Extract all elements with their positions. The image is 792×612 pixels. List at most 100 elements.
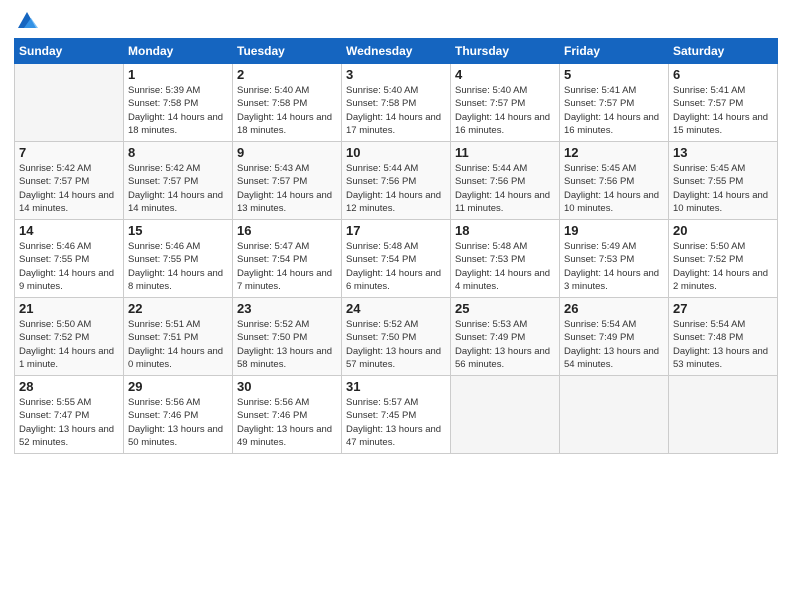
day-number: 3 [346, 67, 446, 82]
day-number: 21 [19, 301, 119, 316]
day-number: 20 [673, 223, 773, 238]
day-number: 26 [564, 301, 664, 316]
calendar-cell: 27 Sunrise: 5:54 AM Sunset: 7:48 PM Dayli… [669, 298, 778, 376]
day-info: Sunrise: 5:55 AM Sunset: 7:47 PM Dayligh… [19, 396, 119, 449]
day-number: 11 [455, 145, 555, 160]
calendar-cell: 13 Sunrise: 5:45 AM Sunset: 7:55 PM Dayli… [669, 142, 778, 220]
day-number: 22 [128, 301, 228, 316]
day-info: Sunrise: 5:47 AM Sunset: 7:54 PM Dayligh… [237, 240, 337, 293]
day-number: 9 [237, 145, 337, 160]
header [14, 10, 778, 32]
calendar-cell: 29Sunrise: 5:56 AM Sunset: 7:46 PM Dayli… [124, 376, 233, 454]
day-number: 25 [455, 301, 555, 316]
day-number: 27 [673, 301, 773, 316]
calendar-cell: 26 Sunrise: 5:54 AM Sunset: 7:49 PM Dayli… [560, 298, 669, 376]
day-number: 5 [564, 67, 664, 82]
day-info: Sunrise: 5:44 AM Sunset: 7:56 PM Dayligh… [346, 162, 446, 215]
week-row-2: 14Sunrise: 5:46 AM Sunset: 7:55 PM Dayli… [15, 220, 778, 298]
logo-icon [16, 10, 38, 32]
day-number: 13 [673, 145, 773, 160]
day-info: Sunrise: 5:54 AM Sunset: 7:49 PM Dayligh… [564, 318, 664, 371]
calendar-cell: 10 Sunrise: 5:44 AM Sunset: 7:56 PM Dayli… [342, 142, 451, 220]
calendar-cell: 31 Sunrise: 5:57 AM Sunset: 7:45 PM Dayli… [342, 376, 451, 454]
day-number: 23 [237, 301, 337, 316]
day-info: Sunrise: 5:49 AM Sunset: 7:53 PM Dayligh… [564, 240, 664, 293]
day-number: 10 [346, 145, 446, 160]
calendar-cell: 2 Sunrise: 5:40 AM Sunset: 7:58 PM Daylig… [233, 64, 342, 142]
day-info: Sunrise: 5:43 AM Sunset: 7:57 PM Dayligh… [237, 162, 337, 215]
day-number: 31 [346, 379, 446, 394]
day-number: 4 [455, 67, 555, 82]
day-info: Sunrise: 5:42 AM Sunset: 7:57 PM Dayligh… [128, 162, 228, 215]
day-number: 12 [564, 145, 664, 160]
day-info: Sunrise: 5:46 AM Sunset: 7:55 PM Dayligh… [19, 240, 119, 293]
day-info: Sunrise: 5:40 AM Sunset: 7:58 PM Dayligh… [237, 84, 337, 137]
calendar-table: SundayMondayTuesdayWednesdayThursdayFrid… [14, 38, 778, 454]
calendar-cell: 28Sunrise: 5:55 AM Sunset: 7:47 PM Dayli… [15, 376, 124, 454]
day-info: Sunrise: 5:50 AM Sunset: 7:52 PM Dayligh… [19, 318, 119, 371]
calendar-cell [451, 376, 560, 454]
day-info: Sunrise: 5:52 AM Sunset: 7:50 PM Dayligh… [237, 318, 337, 371]
day-number: 30 [237, 379, 337, 394]
day-info: Sunrise: 5:45 AM Sunset: 7:56 PM Dayligh… [564, 162, 664, 215]
day-number: 2 [237, 67, 337, 82]
calendar-cell: 22 Sunrise: 5:51 AM Sunset: 7:51 PM Dayli… [124, 298, 233, 376]
weekday-thursday: Thursday [451, 39, 560, 64]
calendar-cell: 4 Sunrise: 5:40 AM Sunset: 7:57 PM Daylig… [451, 64, 560, 142]
calendar-cell: 21 Sunrise: 5:50 AM Sunset: 7:52 PM Dayli… [15, 298, 124, 376]
weekday-saturday: Saturday [669, 39, 778, 64]
weekday-sunday: Sunday [15, 39, 124, 64]
day-number: 16 [237, 223, 337, 238]
day-info: Sunrise: 5:42 AM Sunset: 7:57 PM Dayligh… [19, 162, 119, 215]
calendar-cell: 7Sunrise: 5:42 AM Sunset: 7:57 PM Daylig… [15, 142, 124, 220]
calendar-cell: 16 Sunrise: 5:47 AM Sunset: 7:54 PM Dayli… [233, 220, 342, 298]
week-row-1: 7Sunrise: 5:42 AM Sunset: 7:57 PM Daylig… [15, 142, 778, 220]
day-info: Sunrise: 5:45 AM Sunset: 7:55 PM Dayligh… [673, 162, 773, 215]
day-number: 15 [128, 223, 228, 238]
day-info: Sunrise: 5:40 AM Sunset: 7:58 PM Dayligh… [346, 84, 446, 137]
day-info: Sunrise: 5:53 AM Sunset: 7:49 PM Dayligh… [455, 318, 555, 371]
day-number: 18 [455, 223, 555, 238]
calendar-cell: 3 Sunrise: 5:40 AM Sunset: 7:58 PM Daylig… [342, 64, 451, 142]
weekday-header-row: SundayMondayTuesdayWednesdayThursdayFrid… [15, 39, 778, 64]
day-info: Sunrise: 5:41 AM Sunset: 7:57 PM Dayligh… [673, 84, 773, 137]
day-number: 24 [346, 301, 446, 316]
day-info: Sunrise: 5:50 AM Sunset: 7:52 PM Dayligh… [673, 240, 773, 293]
calendar-cell: 11 Sunrise: 5:44 AM Sunset: 7:56 PM Dayli… [451, 142, 560, 220]
calendar-cell: 24 Sunrise: 5:52 AM Sunset: 7:50 PM Dayli… [342, 298, 451, 376]
weekday-wednesday: Wednesday [342, 39, 451, 64]
day-info: Sunrise: 5:57 AM Sunset: 7:45 PM Dayligh… [346, 396, 446, 449]
calendar-cell: 19 Sunrise: 5:49 AM Sunset: 7:53 PM Dayli… [560, 220, 669, 298]
weekday-monday: Monday [124, 39, 233, 64]
day-info: Sunrise: 5:54 AM Sunset: 7:48 PM Dayligh… [673, 318, 773, 371]
calendar-cell: 9 Sunrise: 5:43 AM Sunset: 7:57 PM Daylig… [233, 142, 342, 220]
week-row-3: 21 Sunrise: 5:50 AM Sunset: 7:52 PM Dayli… [15, 298, 778, 376]
main-container: SundayMondayTuesdayWednesdayThursdayFrid… [0, 0, 792, 462]
calendar-cell: 25 Sunrise: 5:53 AM Sunset: 7:49 PM Dayli… [451, 298, 560, 376]
day-info: Sunrise: 5:41 AM Sunset: 7:57 PM Dayligh… [564, 84, 664, 137]
calendar-cell: 1Sunrise: 5:39 AM Sunset: 7:58 PM Daylig… [124, 64, 233, 142]
calendar-cell: 20 Sunrise: 5:50 AM Sunset: 7:52 PM Dayli… [669, 220, 778, 298]
weekday-friday: Friday [560, 39, 669, 64]
day-info: Sunrise: 5:51 AM Sunset: 7:51 PM Dayligh… [128, 318, 228, 371]
day-info: Sunrise: 5:56 AM Sunset: 7:46 PM Dayligh… [237, 396, 337, 449]
day-info: Sunrise: 5:52 AM Sunset: 7:50 PM Dayligh… [346, 318, 446, 371]
calendar-cell [560, 376, 669, 454]
calendar-cell: 12 Sunrise: 5:45 AM Sunset: 7:56 PM Dayli… [560, 142, 669, 220]
day-number: 8 [128, 145, 228, 160]
day-number: 19 [564, 223, 664, 238]
day-info: Sunrise: 5:40 AM Sunset: 7:57 PM Dayligh… [455, 84, 555, 137]
calendar-cell: 5 Sunrise: 5:41 AM Sunset: 7:57 PM Daylig… [560, 64, 669, 142]
day-info: Sunrise: 5:48 AM Sunset: 7:53 PM Dayligh… [455, 240, 555, 293]
day-info: Sunrise: 5:44 AM Sunset: 7:56 PM Dayligh… [455, 162, 555, 215]
calendar-cell [15, 64, 124, 142]
day-number: 17 [346, 223, 446, 238]
calendar-cell: 15 Sunrise: 5:46 AM Sunset: 7:55 PM Dayli… [124, 220, 233, 298]
calendar-cell: 23 Sunrise: 5:52 AM Sunset: 7:50 PM Dayli… [233, 298, 342, 376]
calendar-cell: 14Sunrise: 5:46 AM Sunset: 7:55 PM Dayli… [15, 220, 124, 298]
calendar-cell [669, 376, 778, 454]
calendar-cell: 30 Sunrise: 5:56 AM Sunset: 7:46 PM Dayli… [233, 376, 342, 454]
day-number: 29 [128, 379, 228, 394]
day-info: Sunrise: 5:46 AM Sunset: 7:55 PM Dayligh… [128, 240, 228, 293]
logo [14, 10, 38, 32]
